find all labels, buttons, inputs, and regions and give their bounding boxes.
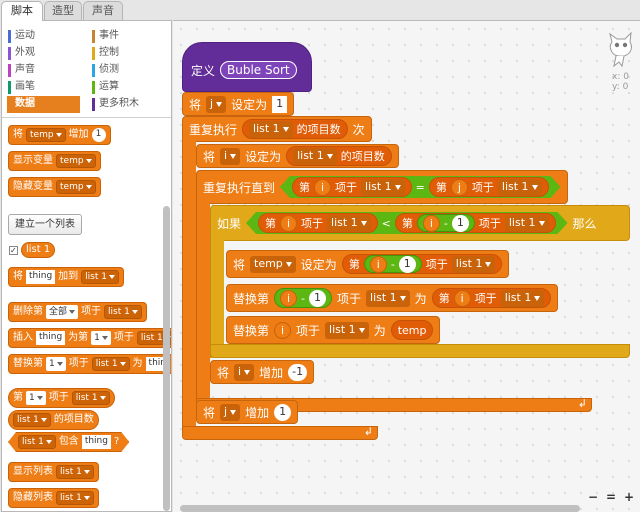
length-of-list-reporter[interactable]: list 1 的项目数 [8, 410, 99, 430]
category-looks[interactable]: 外观 [8, 45, 80, 62]
if-block[interactable]: 如果 第 i 项于 list 1 < 第 i -1 项于 list 1 那么 [210, 205, 630, 241]
define-hat-block[interactable]: 定义 Buble Sort [182, 42, 312, 92]
replace-item-block-2[interactable]: 替换第 i 项于 list 1为 temp [226, 316, 441, 344]
set-j-block[interactable]: 将 j 设定为 1 [182, 92, 295, 116]
category-data[interactable]: 数据 [7, 96, 80, 113]
repeat-arm [182, 141, 196, 428]
tab-sounds[interactable]: 声音 [83, 1, 123, 20]
change-j-block[interactable]: 将 j 增加 1 [196, 400, 299, 424]
insert-at-list-block[interactable]: 插入 thing 为第 1 项于 list 1 [8, 328, 171, 348]
replace-item-block[interactable]: 替换第 1 项于 list 1 为 thin [8, 354, 171, 374]
add-to-list-block[interactable]: 将 thing 加到 list 1 [8, 267, 124, 287]
category-operators[interactable]: 运算 [92, 79, 139, 96]
show-variable-block[interactable]: 显示变量 temp [8, 151, 101, 171]
loop-arrow-icon: ↲ [363, 425, 373, 438]
replace-item-block-1[interactable]: 替换第 i-1 项于 list 1为 第 i 项于 list 1 [226, 284, 559, 312]
category-sensing[interactable]: 侦测 [92, 62, 139, 79]
item-of-list-reporter[interactable]: 第 1 项于 list 1 [8, 388, 115, 408]
if-bottom [210, 344, 630, 358]
category-list-right: 事件 控制 侦测 运算 更多积木 [92, 28, 139, 113]
zoom-out-button[interactable]: − [588, 490, 598, 504]
list-checkbox[interactable]: ✓ [9, 245, 18, 255]
set-temp-block[interactable]: 将 temp 设定为 第 i -1 项于 list 1 [226, 250, 510, 278]
sprite-cat-icon [609, 32, 632, 68]
hide-variable-block[interactable]: 隐藏变量 temp [8, 177, 101, 197]
repeat-until-block[interactable]: 重复执行直到 第 i 项于 list 1 = 第 j 项于 list 1 [196, 170, 568, 204]
category-events[interactable]: 事件 [92, 28, 139, 45]
change-var-block[interactable]: 将 temp 增加 1 [8, 125, 111, 145]
zoom-reset-button[interactable]: = [606, 490, 616, 504]
repeat-until-arm [196, 203, 210, 401]
tab-scripts[interactable]: 脚本 [1, 1, 43, 21]
change-i-block[interactable]: 将 i 增加 -1 [210, 360, 315, 384]
hide-list-block[interactable]: 隐藏列表 list 1 [8, 488, 99, 508]
set-i-block[interactable]: 将 i 设定为 list 1 的项目数 [196, 144, 399, 168]
coord-x: x: 0 [612, 72, 629, 82]
category-pen[interactable]: 画笔 [8, 79, 80, 96]
tab-costumes[interactable]: 造型 [44, 1, 82, 20]
coord-y: y: 0 [612, 82, 629, 92]
if-arm [210, 240, 224, 358]
palette-scrollbar[interactable] [163, 206, 170, 511]
scripts-horizontal-scrollbar[interactable] [180, 505, 580, 512]
list-checkbox-row: ✓ list 1 [9, 242, 56, 258]
list-reporter[interactable]: list 1 [21, 242, 56, 258]
zoom-in-button[interactable]: + [624, 490, 634, 504]
category-motion[interactable]: 运动 [8, 28, 80, 45]
category-list-left: 运动 外观 声音 画笔 数据 [7, 28, 80, 113]
repeat-bottom: ↲ [182, 425, 378, 440]
category-control[interactable]: 控制 [92, 45, 139, 62]
loop-arrow-icon: ↲ [577, 397, 587, 410]
category-more-blocks[interactable]: 更多积木 [92, 96, 139, 113]
less-than-boolean: 第 i 项于 list 1 < 第 i -1 项于 list 1 [246, 212, 568, 234]
delete-of-list-block[interactable]: 删除第 全部 项于 list 1 [8, 302, 147, 322]
sprite-coords: x: 0 y: 0 [612, 72, 629, 92]
custom-block-name: Buble Sort [220, 61, 297, 79]
equals-boolean: 第 i 项于 list 1 = 第 j 项于 list 1 [280, 176, 561, 198]
repeat-block[interactable]: 重复执行 list 1 的项目数 次 [182, 116, 372, 142]
show-list-block[interactable]: 显示列表 list 1 [8, 462, 99, 482]
block-palette: 运动 外观 声音 画笔 数据 事件 控制 侦测 运算 更多积木 将 temp 增加 1… [1, 20, 172, 512]
list-contains-boolean[interactable]: list 1 包含 thing? [8, 432, 129, 452]
make-list-button[interactable]: 建立一个列表 [8, 214, 82, 235]
category-sound[interactable]: 声音 [8, 62, 80, 79]
